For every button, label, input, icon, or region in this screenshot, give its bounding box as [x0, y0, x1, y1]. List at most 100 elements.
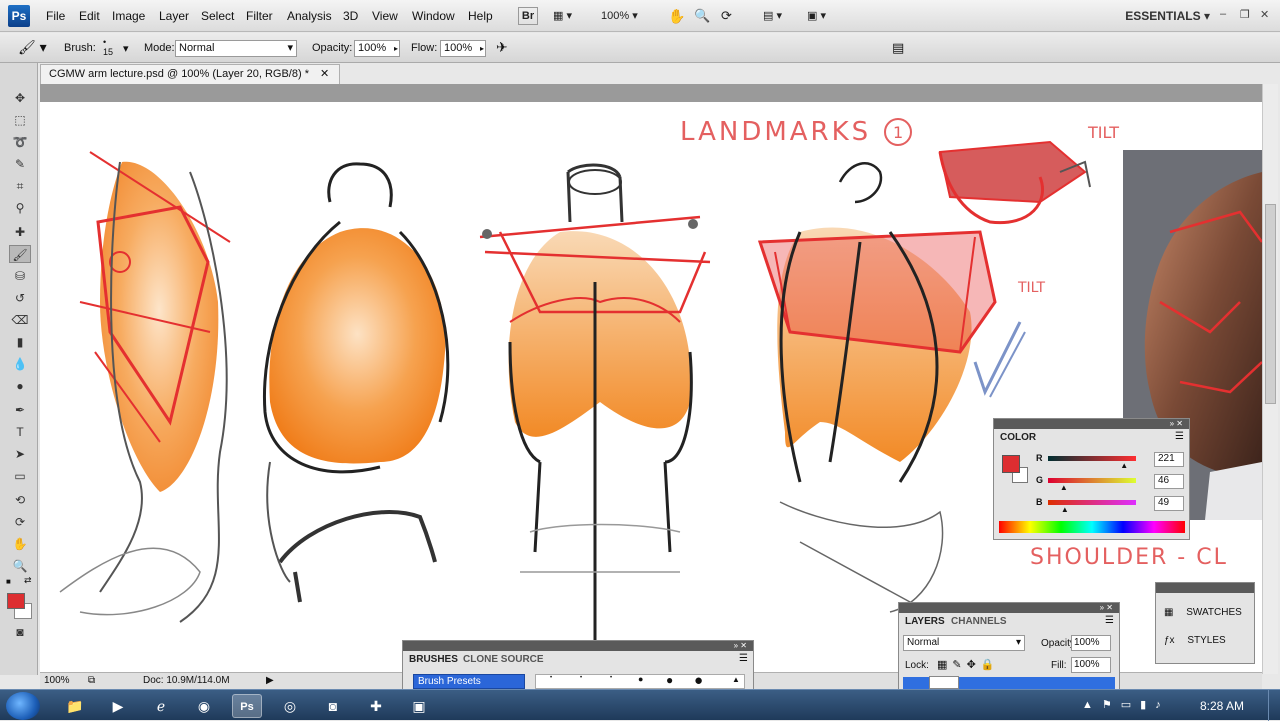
- menu-edit[interactable]: Edit: [79, 9, 100, 23]
- menu-image[interactable]: Image: [112, 9, 145, 23]
- 3d-rotate-tool-icon[interactable]: ⟲: [9, 491, 31, 509]
- path-selection-tool-icon[interactable]: ➤: [9, 445, 31, 463]
- menu-layer[interactable]: Layer: [159, 9, 189, 23]
- hand-tool-icon[interactable]: ✋: [667, 7, 685, 25]
- status-menu-arrow-icon[interactable]: ▶: [266, 673, 274, 688]
- system-tray-icons[interactable]: ▲⚑▭▮♪: [1082, 698, 1170, 711]
- flow-slider-arrow-icon[interactable]: ▸: [480, 41, 484, 56]
- menu-view[interactable]: View: [372, 9, 398, 23]
- layers-panel-collapse-icon[interactable]: » ✕: [1100, 603, 1113, 612]
- status-zoom[interactable]: 100%: [44, 673, 70, 688]
- color-panel-tab[interactable]: COLOR: [1000, 432, 1036, 443]
- vertical-scrollbar[interactable]: [1262, 84, 1278, 674]
- layer-fill-field[interactable]: 100%: [1071, 657, 1111, 673]
- flow-field[interactable]: 100% ▸: [440, 40, 486, 57]
- selected-layer-row[interactable]: [903, 676, 1115, 689]
- brush-tip-5[interactable]: ●: [666, 673, 673, 687]
- drawing-canvas[interactable]: LANDMARKS 1 TILT TILT SHOULDER - CL: [40, 102, 1262, 672]
- status-info-icon[interactable]: ⧉: [88, 673, 95, 688]
- styles-panel-button[interactable]: ƒx STYLES: [1164, 635, 1226, 646]
- brush-strip-scroll-up-icon[interactable]: ▲: [732, 675, 740, 684]
- swatches-panel-button[interactable]: ▦ SWATCHES: [1164, 607, 1242, 618]
- color-panel-collapse-icon[interactable]: » ✕: [1170, 419, 1183, 428]
- chrome-icon[interactable]: ◎: [275, 694, 305, 718]
- zoom-level-dropdown[interactable]: 100% ▾: [600, 7, 644, 25]
- clone-stamp-tool-icon[interactable]: ⛁: [9, 267, 31, 285]
- tab-clone-source[interactable]: CLONE SOURCE: [463, 654, 544, 665]
- camtasia-icon[interactable]: ◙: [318, 694, 348, 718]
- layers-panel-titlebar[interactable]: [899, 603, 1119, 613]
- menu-3d[interactable]: 3D: [343, 9, 358, 23]
- brush-tip-6[interactable]: ●: [694, 672, 703, 689]
- document-tab[interactable]: CGMW arm lecture.psd @ 100% (Layer 20, R…: [40, 64, 341, 84]
- brush-presets-button[interactable]: Brush Presets: [413, 674, 525, 689]
- minimize-icon[interactable]: –: [1220, 8, 1226, 20]
- shape-tool-icon[interactable]: ▭: [9, 467, 31, 485]
- zoom-tool-icon[interactable]: 🔍: [693, 7, 711, 25]
- red-value-field[interactable]: 221: [1154, 452, 1184, 467]
- lasso-tool-icon[interactable]: ➰: [9, 133, 31, 151]
- taskbar-clock[interactable]: 8:28 AM: [1200, 699, 1244, 713]
- brush-tip-4[interactable]: ●: [638, 674, 643, 684]
- brush-tool-preset-icon[interactable]: 🖌 ▾: [18, 39, 47, 56]
- photoshop-taskbar-icon[interactable]: Ps: [232, 694, 262, 718]
- airbrush-icon[interactable]: ✈: [496, 39, 508, 56]
- red-slider-knob[interactable]: ▲: [1120, 461, 1128, 470]
- restore-icon[interactable]: ❐: [1240, 8, 1250, 21]
- swap-colors-icon[interactable]: ⇄: [24, 575, 32, 586]
- 3d-orbit-tool-icon[interactable]: ⟳: [9, 513, 31, 531]
- color-panel-menu-icon[interactable]: ☰: [1175, 431, 1184, 442]
- quick-mask-icon[interactable]: ◙: [9, 623, 31, 641]
- brush-tool-icon[interactable]: 🖌: [9, 245, 31, 263]
- dodge-tool-icon[interactable]: ●: [9, 377, 31, 395]
- close-document-icon[interactable]: ✕: [320, 68, 329, 80]
- brush-tip-3[interactable]: •: [610, 675, 612, 681]
- blur-tool-icon[interactable]: 💧: [9, 355, 31, 373]
- close-window-icon[interactable]: ✕: [1260, 8, 1269, 21]
- brushes-panel-menu-icon[interactable]: ☰: [739, 653, 748, 664]
- lock-options-icons[interactable]: ▦✎✥🔒: [937, 658, 1000, 671]
- menu-window[interactable]: Window: [412, 9, 455, 23]
- tab-channels[interactable]: CHANNELS: [951, 616, 1007, 627]
- scrollbar-thumb[interactable]: [1265, 204, 1276, 404]
- menu-filter[interactable]: Filter: [246, 9, 273, 23]
- bridge-button[interactable]: Br: [518, 7, 538, 25]
- type-tool-icon[interactable]: T: [9, 423, 31, 441]
- view-extras-icon[interactable]: ▦ ▾: [552, 7, 582, 25]
- green-value-field[interactable]: 46: [1154, 474, 1184, 489]
- foreground-color-swatch[interactable]: [7, 593, 25, 609]
- layers-panel-menu-icon[interactable]: ☰: [1105, 615, 1114, 626]
- arrange-documents-icon[interactable]: ▤ ▾: [762, 7, 792, 25]
- eraser-tool-icon[interactable]: ⌫: [9, 311, 31, 329]
- app-icon[interactable]: ✚: [361, 694, 391, 718]
- marquee-tool-icon[interactable]: ⬚: [9, 111, 31, 129]
- media-player-icon[interactable]: ▶: [103, 694, 133, 718]
- brush-tip-1[interactable]: •: [550, 675, 552, 681]
- eyedropper-tool-icon[interactable]: ⚲: [9, 199, 31, 217]
- side-dock-titlebar[interactable]: [1156, 583, 1254, 593]
- pen-tool-icon[interactable]: ✒: [9, 401, 31, 419]
- brush-picker-arrow-icon[interactable]: ▾: [123, 42, 129, 55]
- blue-value-field[interactable]: 49: [1154, 496, 1184, 511]
- tab-layers[interactable]: LAYERS: [905, 616, 945, 627]
- green-slider-knob[interactable]: ▲: [1060, 483, 1068, 492]
- menu-select[interactable]: Select: [201, 9, 234, 23]
- start-button[interactable]: [6, 692, 40, 720]
- default-colors-icon[interactable]: ■: [6, 577, 11, 586]
- layer-blend-mode-dropdown[interactable]: Normal ▾: [903, 635, 1025, 651]
- move-tool-icon[interactable]: ✥: [9, 89, 31, 107]
- history-brush-tool-icon[interactable]: ↺: [9, 289, 31, 307]
- gradient-tool-icon[interactable]: ▮: [9, 333, 31, 351]
- menu-analysis[interactable]: Analysis: [287, 9, 332, 23]
- quick-select-tool-icon[interactable]: ✎: [9, 155, 31, 173]
- brushes-panel-titlebar[interactable]: [403, 641, 753, 651]
- color-foreground-swatch[interactable]: [1002, 455, 1020, 473]
- color-spectrum-bar[interactable]: [999, 521, 1185, 533]
- mode-dropdown[interactable]: Normal ▾: [175, 40, 297, 57]
- workspace-switcher[interactable]: ESSENTIALS ▾: [1125, 9, 1210, 23]
- color-panel-titlebar[interactable]: [994, 419, 1189, 429]
- photoshop-logo[interactable]: Ps: [8, 5, 30, 27]
- show-desktop-button[interactable]: [1268, 690, 1280, 721]
- brush-tip-2[interactable]: •: [580, 675, 582, 681]
- brush-panel-toggle-icon[interactable]: ▤: [892, 40, 904, 56]
